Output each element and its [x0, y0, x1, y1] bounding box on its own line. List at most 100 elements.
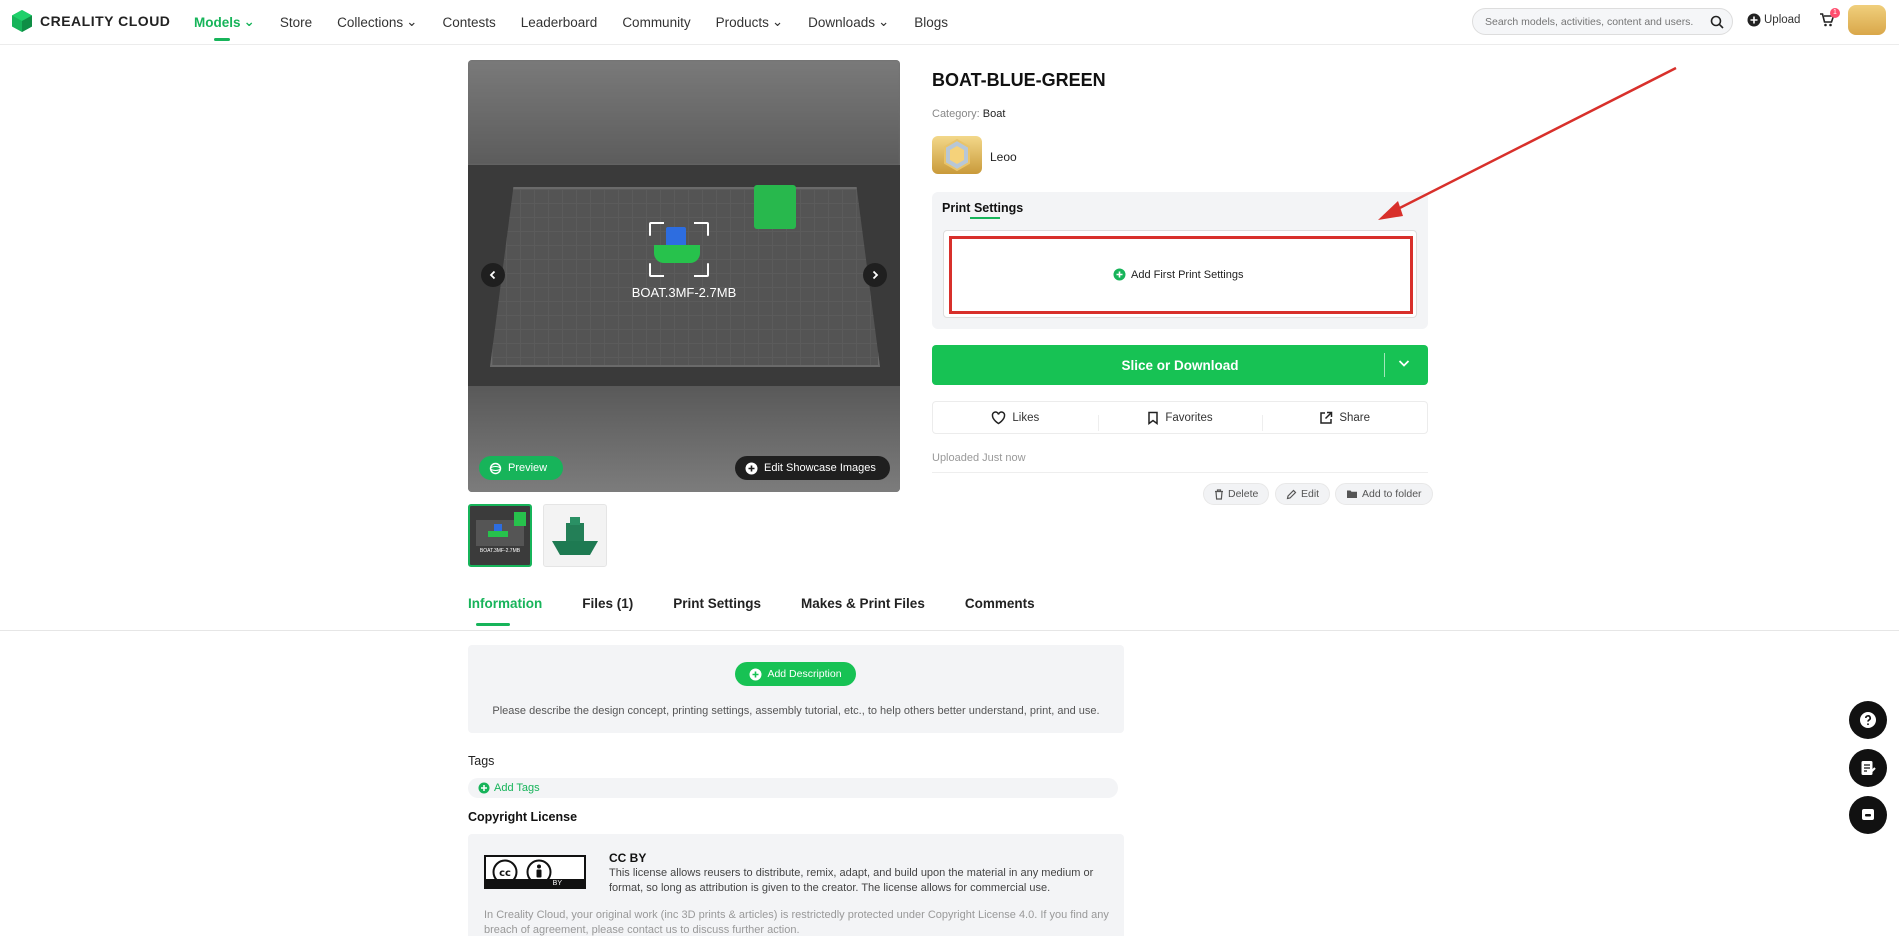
- slice-divider: [1384, 353, 1385, 377]
- edit-button[interactable]: Edit: [1275, 483, 1331, 505]
- share-button[interactable]: Share: [1262, 411, 1427, 431]
- author-name[interactable]: Leoo: [990, 150, 1017, 164]
- upload-button[interactable]: Upload: [1747, 13, 1800, 27]
- slice-options-dropdown[interactable]: [1397, 356, 1411, 373]
- favorites-label: Favorites: [1165, 411, 1213, 424]
- chat-icon: [1862, 809, 1874, 820]
- add-description-button[interactable]: Add Description: [735, 662, 856, 686]
- plus-circle-icon: [749, 668, 762, 680]
- share-label: Share: [1339, 411, 1371, 424]
- nav-label: Store: [279, 14, 313, 30]
- creality-logo-icon: [12, 10, 32, 32]
- folder-icon: [1347, 490, 1357, 498]
- edit-label: Edit: [1301, 488, 1320, 500]
- chevron-down-icon: ⌄: [877, 14, 890, 29]
- upload-label: Upload: [1764, 14, 1801, 26]
- divider: [932, 472, 1428, 473]
- nav-item-store[interactable]: Store: [280, 15, 312, 30]
- green-boat-thumbnail: [552, 517, 598, 555]
- build-plate-image: [490, 187, 880, 367]
- nav-label: Contests: [442, 14, 496, 30]
- notes-icon: [1861, 761, 1876, 775]
- search-input[interactable]: [1485, 15, 1710, 28]
- nav-item-leaderboard[interactable]: Leaderboard: [521, 15, 598, 30]
- cart-badge: 1: [1830, 8, 1840, 18]
- nav-label: Leaderboard: [520, 14, 598, 30]
- nav-label: Collections: [337, 14, 404, 30]
- slice-or-download-label: Slice or Download: [1121, 357, 1239, 373]
- plus-circle-icon: [745, 462, 758, 474]
- tab-files[interactable]: Files (1): [582, 596, 633, 611]
- add-to-folder-button[interactable]: Add to folder: [1335, 483, 1433, 505]
- category-link[interactable]: Boat: [983, 108, 1006, 120]
- next-image-button[interactable]: [863, 263, 887, 287]
- nav-item-blogs[interactable]: Blogs: [914, 15, 948, 30]
- preview-button[interactable]: Preview: [479, 456, 563, 480]
- plus-circle-icon: [1113, 268, 1126, 281]
- nav-item-products[interactable]: Products ⌄: [716, 14, 784, 30]
- boat-hull-model: [654, 245, 700, 263]
- likes-label: Likes: [1012, 411, 1040, 424]
- model-title: BOAT-BLUE-GREEN: [932, 70, 1106, 90]
- author-avatar[interactable]: [932, 136, 982, 174]
- search-icon[interactable]: [1710, 15, 1724, 29]
- nav-item-contests[interactable]: Contests: [442, 15, 495, 30]
- license-title: CC BY: [609, 851, 647, 865]
- logo-text: CREALITY CLOUD: [40, 13, 171, 29]
- add-to-folder-label: Add to folder: [1362, 488, 1422, 500]
- likes-button[interactable]: Likes: [933, 410, 1098, 425]
- slice-or-download-button[interactable]: Slice or Download: [932, 345, 1428, 385]
- category-prefix: Category:: [932, 108, 980, 120]
- thumbnail-1[interactable]: BOAT.3MF-2.7MB: [468, 504, 532, 567]
- chevron-right-icon: [872, 270, 879, 280]
- chevron-down-icon: ⌄: [771, 14, 784, 29]
- help-button[interactable]: [1849, 701, 1887, 739]
- badge-avatar-icon: [944, 138, 970, 172]
- plus-circle-icon: [1747, 13, 1761, 27]
- creality-cloud-logo[interactable]: CREALITY CLOUD: [10, 9, 170, 33]
- chevron-down-icon: ⌄: [243, 14, 255, 29]
- nav-label: Products: [715, 14, 769, 30]
- model-tabs: Information Files (1) Print Settings Mak…: [468, 596, 1035, 626]
- main-nav: Models ⌄ Store Collections ⌄ Contests Lead…: [194, 0, 973, 44]
- cc-badge-by-text: BY: [486, 879, 584, 888]
- license-footer-note: In Creality Cloud, your original work (i…: [484, 909, 1109, 936]
- nav-item-models[interactable]: Models ⌄: [194, 14, 255, 41]
- chevron-left-icon: [489, 270, 496, 280]
- edit-showcase-images-button[interactable]: Edit Showcase Images: [735, 456, 890, 480]
- search-bar: [1472, 8, 1733, 35]
- tab-makes-print-files[interactable]: Makes & Print Files: [801, 596, 925, 611]
- cart-button[interactable]: 1: [1819, 8, 1840, 31]
- favorites-button[interactable]: Favorites: [1097, 411, 1263, 431]
- add-tags-button[interactable]: Add Tags: [478, 782, 540, 794]
- tags-heading: Tags: [468, 754, 495, 768]
- description-panel: [468, 645, 1124, 733]
- nav-item-community[interactable]: Community: [622, 15, 690, 30]
- nav-item-collections[interactable]: Collections ⌄: [337, 14, 417, 30]
- svg-text:cc: cc: [499, 868, 511, 879]
- trash-icon: [1215, 488, 1223, 500]
- annotation-arrow: [1378, 66, 1677, 220]
- nav-label: Models: [194, 14, 241, 30]
- chat-button[interactable]: [1849, 796, 1887, 834]
- previous-image-button[interactable]: [481, 263, 505, 287]
- feedback-button[interactable]: [1849, 749, 1887, 787]
- blurred-background: [468, 60, 900, 165]
- nav-item-downloads[interactable]: Downloads ⌄: [808, 14, 889, 30]
- chevron-down-icon: ⌄: [406, 14, 418, 29]
- add-first-print-settings-button[interactable]: Add First Print Settings: [1113, 268, 1244, 281]
- print-settings-title: Print Settings: [942, 201, 1024, 215]
- preview-label: Preview: [508, 462, 548, 474]
- tab-information[interactable]: Information: [468, 596, 542, 626]
- thumbnail-2[interactable]: [543, 504, 607, 567]
- copyright-heading: Copyright License: [468, 810, 578, 824]
- model-preview-image: BOAT.3MF-2.7MB: [468, 165, 900, 386]
- tags-field: [468, 778, 1118, 798]
- tab-print-settings[interactable]: Print Settings: [673, 596, 761, 611]
- tab-comments[interactable]: Comments: [965, 596, 1035, 611]
- upload-time: Uploaded Just now: [932, 452, 1026, 464]
- add-first-print-settings-label: Add First Print Settings: [1131, 268, 1244, 281]
- user-avatar[interactable]: [1848, 5, 1886, 35]
- pencil-icon: [1286, 489, 1297, 499]
- delete-button[interactable]: Delete: [1203, 483, 1270, 505]
